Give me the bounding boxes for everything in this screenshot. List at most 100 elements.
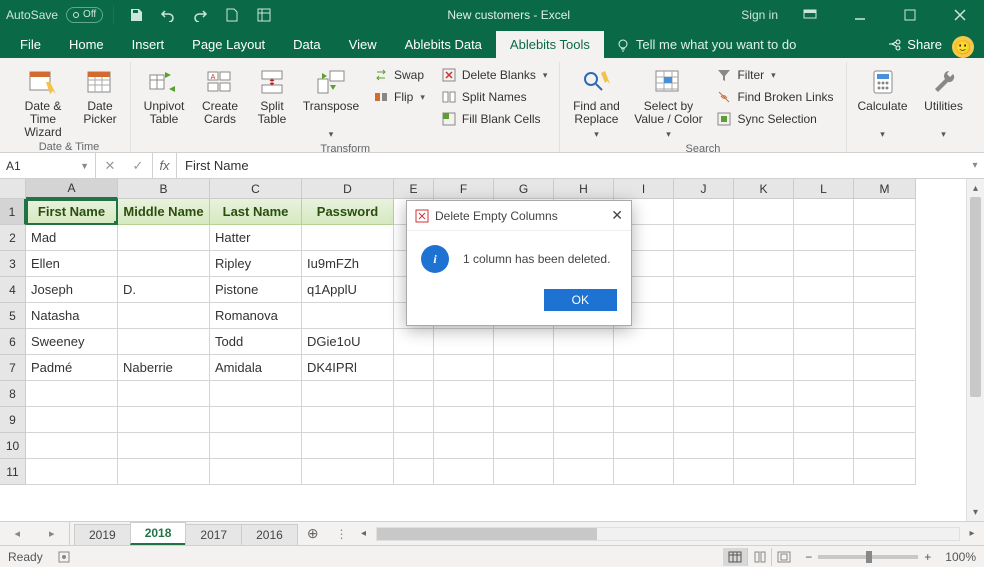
formula-input[interactable]: First Name — [177, 153, 966, 178]
cell[interactable] — [494, 407, 554, 433]
cell[interactable]: Natasha — [26, 303, 118, 329]
cell[interactable] — [794, 225, 854, 251]
cell[interactable] — [554, 459, 614, 485]
cell[interactable] — [794, 329, 854, 355]
cell[interactable] — [734, 355, 794, 381]
cell[interactable] — [734, 303, 794, 329]
column-header[interactable]: H — [554, 179, 614, 199]
cell[interactable] — [854, 225, 916, 251]
cell[interactable]: DGie1oU — [302, 329, 394, 355]
scroll-down-icon[interactable]: ▾ — [967, 503, 984, 521]
cell[interactable] — [734, 407, 794, 433]
sheet-tab[interactable]: 2017 — [185, 524, 242, 545]
create-cards-button[interactable]: A Create Cards — [197, 62, 243, 128]
cell[interactable] — [674, 199, 734, 225]
view-normal-icon[interactable] — [723, 548, 747, 566]
cell[interactable]: q1ApplU — [302, 277, 394, 303]
cell[interactable]: D. — [118, 277, 210, 303]
cell[interactable] — [394, 329, 434, 355]
cell[interactable] — [434, 459, 494, 485]
cell[interactable]: Sweeney — [26, 329, 118, 355]
cell[interactable] — [674, 381, 734, 407]
cell[interactable] — [494, 355, 554, 381]
new-doc-icon[interactable] — [220, 3, 244, 27]
zoom-level[interactable]: 100% — [945, 550, 976, 564]
column-header[interactable]: J — [674, 179, 734, 199]
cell[interactable] — [614, 459, 674, 485]
cell[interactable] — [302, 459, 394, 485]
cell[interactable] — [394, 407, 434, 433]
cell[interactable] — [794, 277, 854, 303]
sheet-nav-prev-icon[interactable]: ◂ — [14, 527, 20, 540]
sign-in-button[interactable]: Sign in — [741, 8, 778, 22]
row-header[interactable]: 7 — [0, 355, 26, 381]
tab-data[interactable]: Data — [279, 31, 334, 58]
cell[interactable] — [302, 433, 394, 459]
scrollbar-thumb[interactable] — [970, 197, 981, 397]
view-page-layout-icon[interactable] — [747, 548, 771, 566]
vertical-scrollbar[interactable]: ▴ ▾ — [966, 179, 984, 521]
cell[interactable]: Hatter — [210, 225, 302, 251]
cell[interactable] — [674, 355, 734, 381]
row-header[interactable]: 1 — [0, 199, 26, 225]
calculate-button[interactable]: Calculate ▾ — [855, 62, 911, 141]
cell[interactable] — [394, 459, 434, 485]
cell[interactable] — [210, 407, 302, 433]
add-sheet-button[interactable]: ⊕ — [297, 522, 329, 545]
cell[interactable] — [118, 303, 210, 329]
cell[interactable] — [118, 381, 210, 407]
cell[interactable]: Naberrie — [118, 355, 210, 381]
cell[interactable] — [674, 329, 734, 355]
scroll-left-icon[interactable]: ◂ — [356, 528, 372, 539]
cell[interactable] — [854, 355, 916, 381]
cell[interactable] — [734, 225, 794, 251]
flip-button[interactable]: Flip▾ — [369, 88, 429, 106]
cell[interactable] — [614, 433, 674, 459]
tab-home[interactable]: Home — [55, 31, 118, 58]
cell[interactable] — [210, 459, 302, 485]
tab-split-handle[interactable]: ⋮ — [332, 527, 352, 541]
cell[interactable]: Joseph — [26, 277, 118, 303]
cell[interactable] — [794, 251, 854, 277]
cell[interactable]: Mad — [26, 225, 118, 251]
cell[interactable] — [854, 277, 916, 303]
scroll-right-icon[interactable]: ▸ — [964, 528, 980, 539]
cell[interactable] — [794, 381, 854, 407]
cell[interactable]: First Name — [26, 199, 118, 225]
cell[interactable] — [434, 407, 494, 433]
cell[interactable] — [26, 433, 118, 459]
cell[interactable] — [434, 329, 494, 355]
cell[interactable] — [614, 355, 674, 381]
cell[interactable] — [554, 329, 614, 355]
cell[interactable] — [118, 459, 210, 485]
cell[interactable] — [494, 381, 554, 407]
cell[interactable] — [734, 381, 794, 407]
cell[interactable] — [734, 459, 794, 485]
zoom-control[interactable]: − + 100% — [805, 550, 976, 564]
row-header[interactable]: 5 — [0, 303, 26, 329]
sheet-tab[interactable]: 2019 — [74, 524, 131, 545]
cell[interactable] — [554, 407, 614, 433]
cell[interactable] — [674, 277, 734, 303]
transpose-button[interactable]: Transpose ▾ — [301, 62, 361, 141]
cell[interactable] — [734, 199, 794, 225]
tab-ablebits-data[interactable]: Ablebits Data — [391, 31, 496, 58]
cell[interactable] — [854, 251, 916, 277]
zoom-out-icon[interactable]: − — [805, 550, 812, 564]
cell[interactable] — [394, 381, 434, 407]
cell[interactable] — [674, 407, 734, 433]
redo-icon[interactable] — [188, 3, 212, 27]
tab-view[interactable]: View — [335, 31, 391, 58]
cell[interactable] — [118, 433, 210, 459]
column-header[interactable]: D — [302, 179, 394, 199]
cell[interactable] — [854, 433, 916, 459]
cell[interactable]: Romanova — [210, 303, 302, 329]
row-header[interactable]: 8 — [0, 381, 26, 407]
cell[interactable] — [794, 199, 854, 225]
cell[interactable] — [854, 381, 916, 407]
cell[interactable] — [494, 329, 554, 355]
cell[interactable]: Amidala — [210, 355, 302, 381]
macro-record-icon[interactable] — [57, 550, 71, 564]
cell[interactable] — [210, 433, 302, 459]
cell[interactable] — [434, 433, 494, 459]
